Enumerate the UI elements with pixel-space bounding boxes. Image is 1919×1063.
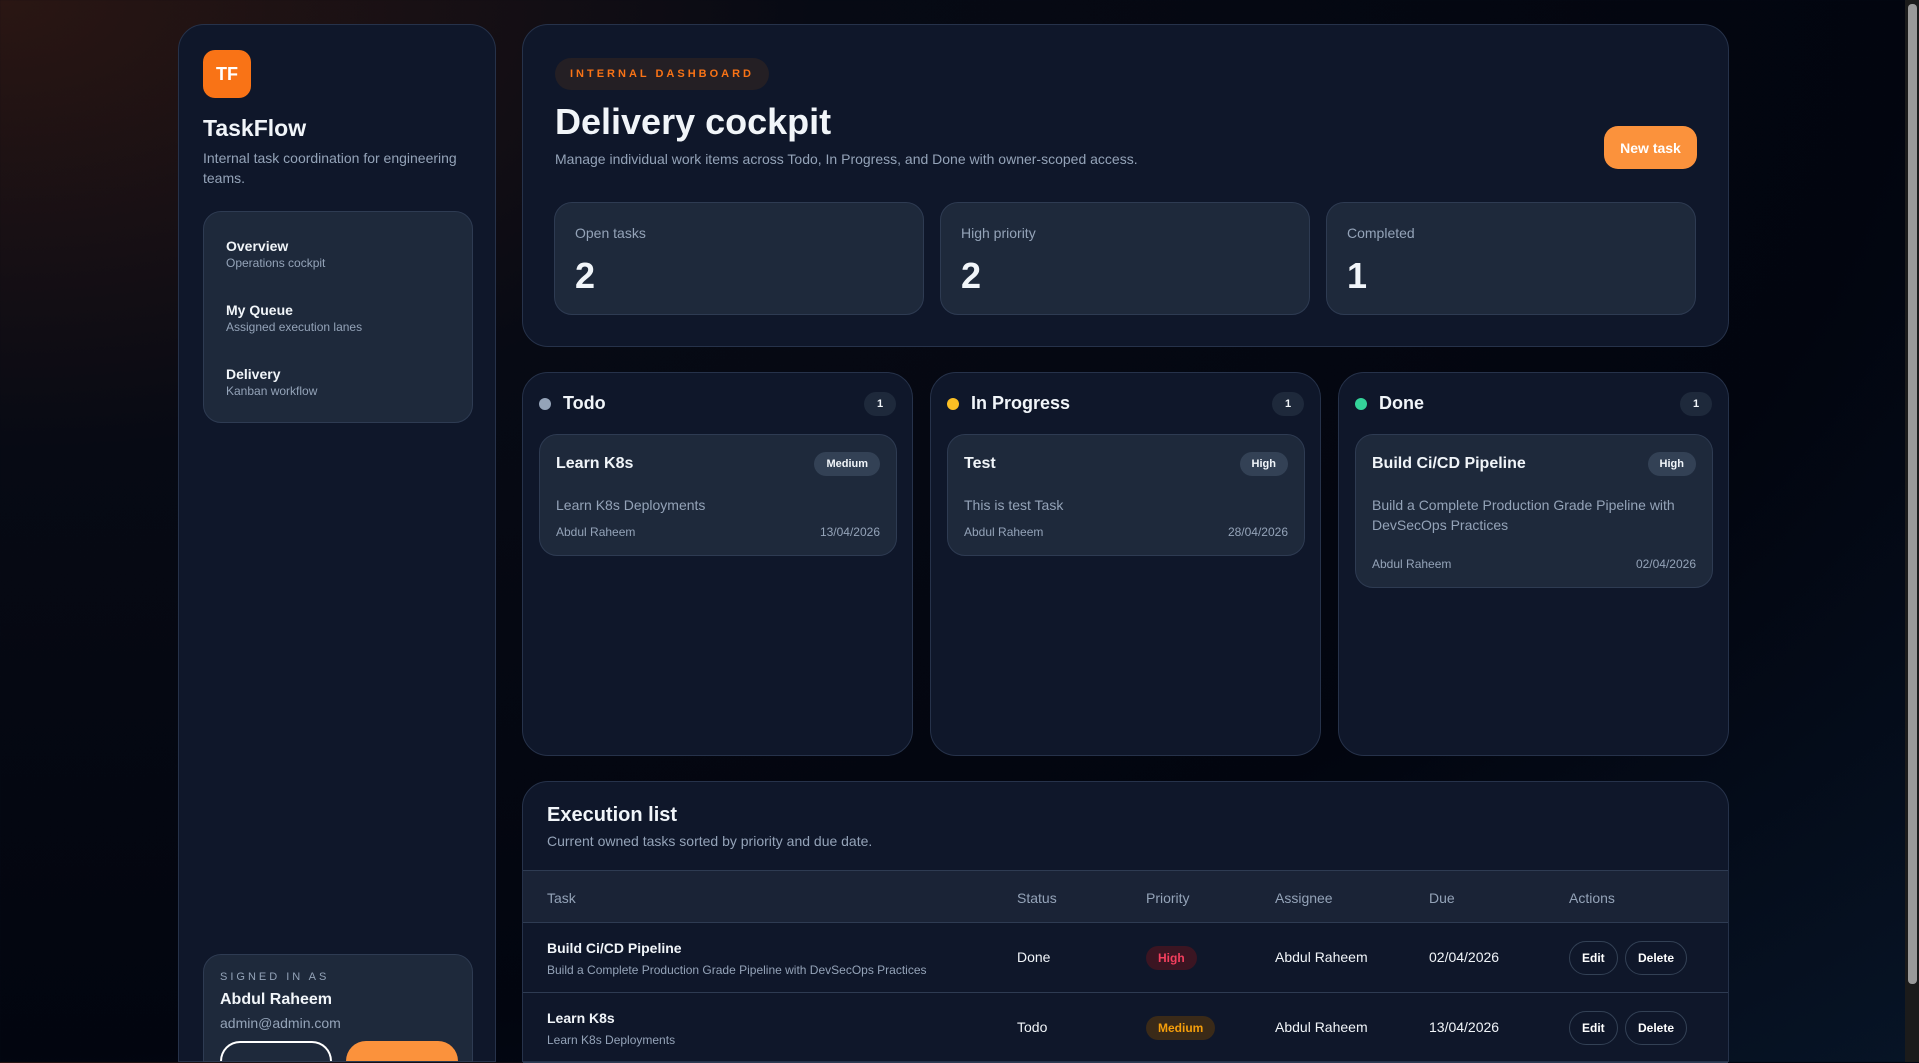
card-title: Learn K8s [556,455,634,472]
kanban-column-in-progress: In Progress 1 Test High This is test Tas… [930,372,1321,756]
stat-open-tasks: Open tasks 2 [554,202,924,315]
stat-label: Completed [1347,225,1415,241]
row-due: 13/04/2026 [1429,1019,1500,1035]
execution-subtitle: Current owned tasks sorted by priority a… [547,833,873,849]
task-card[interactable]: Build Ci/CD Pipeline High Build a Comple… [1355,434,1713,588]
table-header: Task Status Priority Assignee Due Action… [523,870,1728,923]
column-count: 1 [1680,392,1712,416]
stat-label: Open tasks [575,225,646,241]
priority-badge: High [1647,452,1696,476]
th-status: Status [1017,890,1057,906]
th-actions: Actions [1569,890,1615,906]
secondary-button[interactable] [220,1041,332,1061]
brand-name: TaskFlow [203,115,307,141]
column-count: 1 [1272,392,1304,416]
row-status: Done [1017,949,1051,965]
row-priority-badge: Medium [1146,1016,1216,1040]
sidebar: TF TaskFlow Internal task coordination f… [178,24,496,1062]
row-assignee: Abdul Raheem [1275,949,1368,965]
status-dot-icon [1355,398,1367,410]
nav-item-overview[interactable]: Overview Operations cockpit [226,238,325,270]
th-task: Task [547,890,576,906]
column-count: 1 [864,392,896,416]
header-card: INTERNAL DASHBOARD Delivery cockpit Mana… [522,24,1729,347]
column-title: Done [1379,393,1424,413]
page-title: Delivery cockpit [555,101,832,142]
kanban-column-todo: Todo 1 Learn K8s Medium Learn K8s Deploy… [522,372,913,756]
priority-badge: Medium [814,452,880,476]
primary-button[interactable] [346,1041,458,1061]
brand-description: Internal task coordination for engineeri… [203,150,457,186]
row-priority-badge: High [1146,946,1197,970]
column-title: In Progress [971,393,1071,413]
card-assignee: Abdul Raheem [1372,557,1452,571]
signed-in-label: SIGNED IN AS [220,971,330,983]
column-title: Todo [563,393,606,413]
delete-button[interactable]: Delete [1625,941,1688,975]
th-priority: Priority [1146,890,1190,906]
nav-item-my-queue[interactable]: My Queue Assigned execution lanes [226,302,362,334]
row-task-desc: Build a Complete Production Grade Pipeli… [547,963,927,977]
card-assignee: Abdul Raheem [964,525,1044,539]
page-subtitle: Manage individual work items across Todo… [555,151,1138,167]
dashboard-badge: INTERNAL DASHBOARD [555,58,769,90]
edit-button[interactable]: Edit [1569,1011,1618,1045]
stat-value: 2 [575,255,596,296]
task-card[interactable]: Learn K8s Medium Learn K8s Deployments A… [539,434,897,556]
card-due: 02/04/2026 [1635,557,1696,571]
status-dot-icon [947,398,959,410]
logo: TF [203,50,251,98]
new-task-button[interactable]: New task [1604,126,1697,169]
nav-sub: Kanban workflow [226,384,318,398]
priority-badge: High [1239,452,1288,476]
user-email: admin@admin.com [220,1015,341,1031]
row-task-desc: Learn K8s Deployments [547,1033,676,1047]
nav-sub: Operations cockpit [226,256,326,270]
stat-completed: Completed 1 [1326,202,1696,315]
card-due: 13/04/2026 [819,525,880,539]
execution-list: Execution list Current owned tasks sorte… [522,781,1729,1063]
row-due: 02/04/2026 [1429,949,1500,965]
th-due: Due [1429,890,1455,906]
th-assignee: Assignee [1275,890,1333,906]
status-dot-icon [539,398,551,410]
row-assignee: Abdul Raheem [1275,1019,1368,1035]
row-status: Todo [1017,1019,1048,1035]
delete-button[interactable]: Delete [1625,1011,1688,1045]
stat-label: High priority [961,225,1036,241]
scrollbar-thumb[interactable] [1908,4,1917,984]
task-card[interactable]: Test High This is test Task Abdul Raheem… [947,434,1305,556]
execution-title: Execution list [547,804,678,826]
row-task-name: Build Ci/CD Pipeline [547,940,682,956]
card-title: Build Ci/CD Pipeline [1372,455,1526,472]
nav-title: Delivery [226,366,281,382]
kanban-column-done: Done 1 Build Ci/CD Pipeline High Build a… [1338,372,1729,756]
card-description: Learn K8s Deployments [556,497,706,513]
table-row: Learn K8s Learn K8s Deployments Todo Med… [523,993,1728,1063]
stat-value: 1 [1347,255,1368,296]
signed-in-card: SIGNED IN AS Abdul Raheem admin@admin.co… [203,954,473,1062]
card-assignee: Abdul Raheem [556,525,636,539]
nav-title: My Queue [226,302,293,318]
edit-button[interactable]: Edit [1569,941,1618,975]
table-row: Build Ci/CD Pipeline Build a Complete Pr… [523,923,1728,993]
nav-title: Overview [226,238,289,254]
card-title: Test [964,455,996,472]
sidebar-nav: Overview Operations cockpit My Queue Assig… [203,211,473,423]
card-description: This is test Task [964,497,1064,513]
user-name: Abdul Raheem [220,991,333,1008]
card-description: Build a Complete Production Grade Pipeli… [1372,497,1675,533]
nav-item-delivery[interactable]: Delivery Kanban workflow [226,366,317,398]
nav-sub: Assigned execution lanes [226,320,363,334]
card-due: 28/04/2026 [1227,525,1288,539]
row-task-name: Learn K8s [547,1010,615,1026]
stat-value: 2 [961,255,982,296]
stat-high-priority: High priority 2 [940,202,1310,315]
